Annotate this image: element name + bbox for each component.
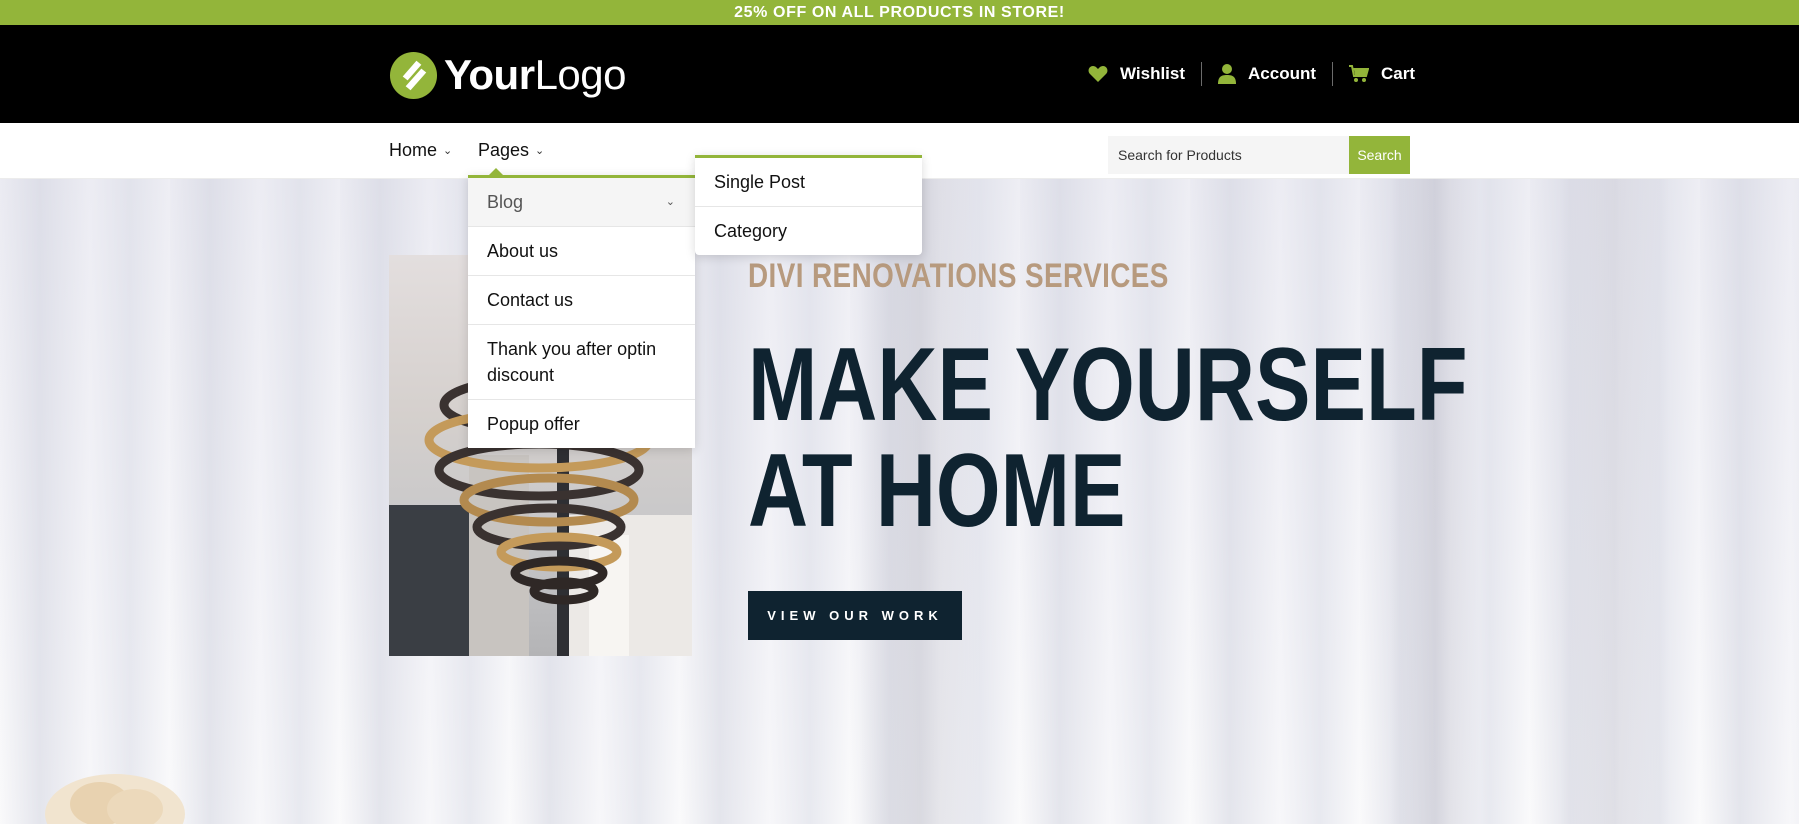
chevron-down-icon: ⌄ xyxy=(535,145,545,157)
header-divider xyxy=(1332,62,1334,86)
hero-title: MAKE YOURSELF AT HOME xyxy=(748,332,1468,544)
logo-text: YourLogo xyxy=(444,51,627,98)
blog-submenu: Single Post Category xyxy=(695,155,922,255)
menu-item-label: Blog xyxy=(487,192,524,212)
logo-text-light: Logo xyxy=(534,51,627,98)
menu-item-blog[interactable]: Blog ⌄ xyxy=(468,178,695,227)
menu-item-about-us[interactable]: About us xyxy=(468,227,695,276)
chevron-down-icon: ⌄ xyxy=(665,196,675,208)
wishlist-label: Wishlist xyxy=(1120,64,1186,83)
dropdown-caret xyxy=(488,168,504,176)
account-link[interactable]: Account xyxy=(1218,64,1316,84)
logo-text-bold: Your xyxy=(444,51,535,98)
nav-item-home[interactable]: Home ⌄ xyxy=(389,140,452,161)
announcement-bar: 25% OFF ON ALL PRODUCTS IN STORE! xyxy=(0,0,1799,25)
view-our-work-button[interactable]: VIEW OUR WORK xyxy=(748,591,962,640)
cart-icon xyxy=(1349,65,1370,82)
nav-item-label: Home xyxy=(389,140,438,160)
menu-item-single-post[interactable]: Single Post xyxy=(695,158,922,207)
menu-item-label: Contact us xyxy=(487,290,574,310)
hero-title-line: AT HOME xyxy=(748,433,1126,549)
menu-item-label: Thank you after optin discount xyxy=(487,339,657,385)
cart-label: Cart xyxy=(1381,64,1416,83)
logo[interactable]: YourLogo xyxy=(389,49,627,101)
menu-item-popup-offer[interactable]: Popup offer xyxy=(468,400,695,448)
menu-item-category[interactable]: Category xyxy=(695,207,922,255)
pages-dropdown-menu: Blog ⌄ About us Contact us Thank you aft… xyxy=(468,168,695,448)
cart-link[interactable]: Cart xyxy=(1349,64,1415,84)
header-links: Wishlist Account Cart xyxy=(1088,59,1415,89)
menu-item-label: About us xyxy=(487,241,559,261)
heart-icon xyxy=(1088,66,1108,82)
search-form: Search xyxy=(1108,136,1410,174)
hero-section: DIVI RENOVATIONS SERVICES MAKE YOURSELF … xyxy=(0,179,1799,824)
search-input[interactable] xyxy=(1108,136,1349,174)
nav-item-pages[interactable]: Pages ⌄ xyxy=(478,140,544,161)
nav-item-label: Pages xyxy=(478,140,530,160)
user-icon xyxy=(1218,64,1237,84)
hero-subtitle: DIVI RENOVATIONS SERVICES xyxy=(748,257,1169,295)
menu-item-thank-you[interactable]: Thank you after optin discount xyxy=(468,325,695,400)
announcement-text: 25% OFF ON ALL PRODUCTS IN STORE! xyxy=(734,3,1065,21)
logo-mark-icon xyxy=(389,51,438,99)
flower-decoration xyxy=(45,774,185,824)
top-header: YourLogo Wishlist Account Cart xyxy=(0,25,1799,123)
header-divider xyxy=(1201,62,1203,86)
chevron-down-icon: ⌄ xyxy=(443,145,453,157)
menu-item-contact-us[interactable]: Contact us xyxy=(468,276,695,325)
wishlist-link[interactable]: Wishlist xyxy=(1088,64,1185,84)
search-button[interactable]: Search xyxy=(1349,136,1410,174)
menu-item-label: Category xyxy=(714,221,788,241)
account-label: Account xyxy=(1248,64,1317,83)
menu-item-label: Popup offer xyxy=(487,414,580,434)
menu-item-label: Single Post xyxy=(714,172,806,192)
curtain-fold xyxy=(1560,179,1670,824)
hero-title-line: MAKE YOURSELF xyxy=(748,327,1468,443)
